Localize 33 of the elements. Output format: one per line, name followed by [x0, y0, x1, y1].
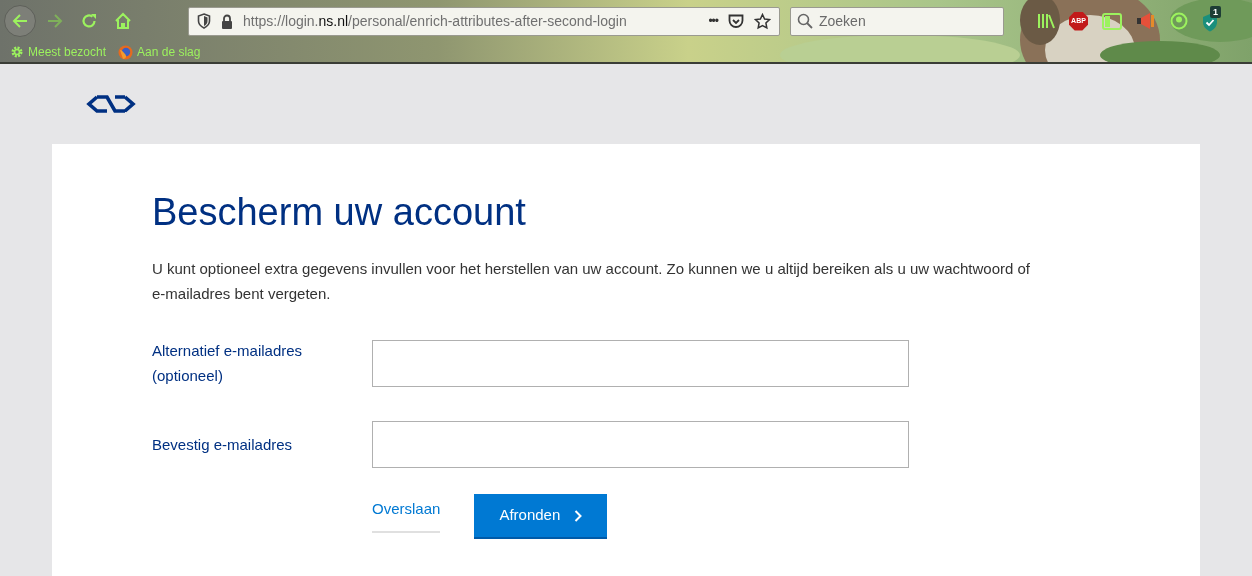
submit-button[interactable]: Afronden	[474, 494, 608, 539]
megaphone-icon[interactable]	[1136, 12, 1156, 30]
search-icon	[797, 13, 813, 29]
search-input: Zoeken	[819, 10, 989, 32]
skip-link[interactable]: Overslaan	[372, 494, 441, 533]
sidebar-icon[interactable]	[1102, 12, 1122, 30]
lock-icon	[221, 13, 233, 29]
back-arrow-icon	[11, 12, 29, 30]
more-button[interactable]: •••	[708, 12, 718, 30]
search-field[interactable]: Zoeken	[790, 6, 1004, 36]
notification-badge: 1	[1210, 6, 1221, 18]
logo-icon	[85, 94, 137, 114]
reload-icon[interactable]	[80, 12, 98, 30]
pocket-icon[interactable]	[728, 13, 744, 29]
chevron-icon	[574, 509, 583, 522]
star-icon[interactable]	[754, 12, 771, 30]
bookmark-item[interactable]: Aan de slag	[118, 43, 201, 61]
page-title: Bescherm uw account	[152, 190, 526, 234]
home-icon[interactable]	[114, 12, 132, 30]
account-icon[interactable]	[1170, 12, 1188, 30]
input-field[interactable]	[372, 421, 909, 468]
gear-icon	[10, 45, 24, 59]
address-bar[interactable]: https://login.ns.nl/personal/enrich-attributes-after-second-login •••	[188, 6, 780, 36]
shield-icon	[197, 13, 211, 29]
field-label: Alternatief e-mailadres (optioneel)	[152, 341, 304, 386]
globe-icon	[118, 44, 134, 60]
library-icon[interactable]	[1037, 12, 1055, 30]
bookmark-item[interactable]: Meest bezocht	[10, 43, 107, 61]
url-text: https://login.ns.nl/personal/enrich-attributes-after-second-login	[243, 11, 628, 31]
field-label: Bevestig e-mailadres	[152, 435, 294, 455]
input-field[interactable]	[372, 339, 909, 387]
intro-text: U kunt optioneel extra gegevens invullen voor het herstellen van uw account. Zo kunnen we u altijd bereiken als u uw wachtwoord of e-mailadres bent vergeten.	[152, 259, 1032, 304]
forward-icon[interactable]	[46, 12, 64, 30]
